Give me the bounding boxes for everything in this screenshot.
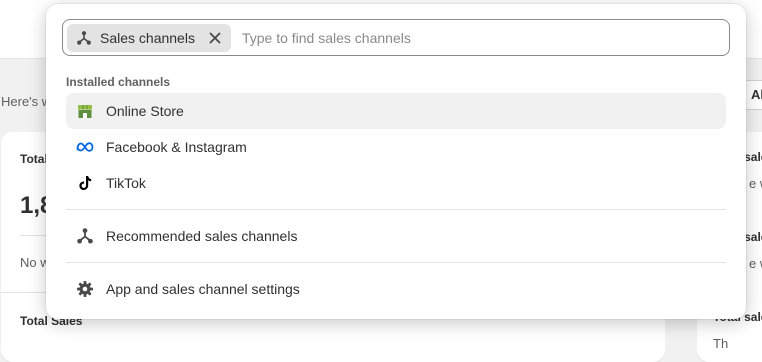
metric-card-label: Total (20, 152, 48, 166)
meta-icon (76, 138, 94, 156)
sales-channels-icon (75, 29, 93, 47)
side-card-note: e w (749, 256, 762, 271)
recommended-sales-channels-label: Recommended sales channels (106, 228, 298, 244)
side-card-note: Th (713, 336, 729, 351)
installed-channels-heading: Installed channels (66, 75, 171, 89)
section-divider (66, 262, 726, 263)
settings-item-label: App and sales channel settings (106, 281, 300, 297)
page-intro-text: Here's w (1, 94, 52, 109)
side-card-note: e w (749, 176, 762, 191)
search-input[interactable] (241, 23, 729, 52)
channel-item-label: Facebook & Instagram (106, 139, 247, 155)
gear-icon (76, 280, 94, 298)
sales-channels-filter-tag: Sales channels (67, 23, 231, 52)
sales-channels-popover: Sales channels Installed channels Online… (46, 4, 746, 319)
channel-item-label: Online Store (106, 103, 184, 119)
close-icon[interactable] (207, 30, 223, 46)
channel-item-online-store[interactable]: Online Store (66, 93, 726, 129)
search-field[interactable]: Sales channels (62, 19, 730, 56)
tiktok-icon (76, 174, 94, 192)
channel-item-label: TikTok (106, 175, 146, 191)
channel-item-facebook-instagram[interactable]: Facebook & Instagram (66, 129, 726, 165)
app-and-sales-channel-settings-item[interactable]: App and sales channel settings (66, 271, 726, 307)
channel-item-tiktok[interactable]: TikTok (66, 165, 726, 201)
recommended-sales-channels-item[interactable]: Recommended sales channels (66, 218, 726, 254)
section-divider (66, 209, 726, 210)
filter-tag-label: Sales channels (100, 29, 195, 46)
online-store-icon (76, 102, 94, 120)
sales-channels-icon (76, 227, 94, 245)
